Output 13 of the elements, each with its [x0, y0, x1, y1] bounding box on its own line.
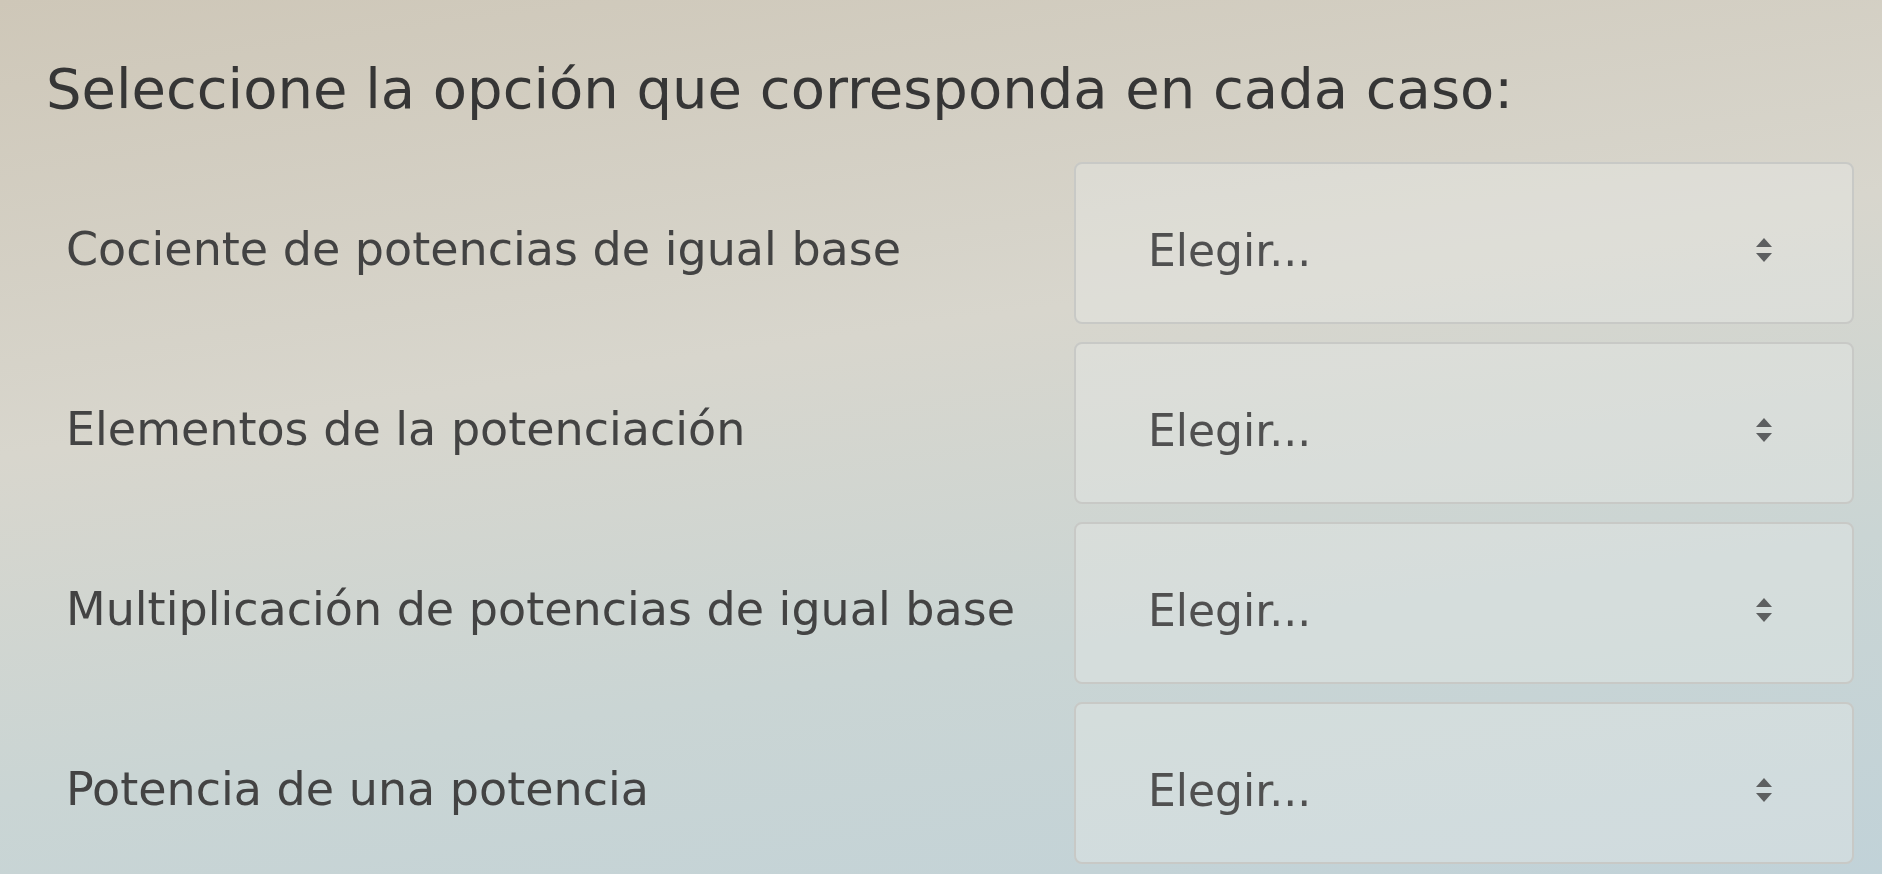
dropdown-select[interactable]: Elegir... — [1074, 162, 1854, 324]
dropdown-select[interactable]: Elegir... — [1074, 522, 1854, 684]
dropdown-select[interactable]: Elegir... — [1074, 702, 1854, 864]
question-label: Potencia de una potencia — [66, 761, 649, 817]
instruction-text: Seleccione la opción que corresponda en cada caso: — [46, 56, 1514, 122]
up-down-caret-icon — [1754, 596, 1774, 624]
question-label: Cociente de potencias de igual base — [66, 221, 902, 277]
up-down-caret-icon — [1754, 416, 1774, 444]
up-down-caret-icon — [1754, 236, 1774, 264]
question-label: Elementos de la potenciación — [66, 401, 746, 457]
up-down-caret-icon — [1754, 776, 1774, 804]
question-label: Multiplicación de potencias de igual base — [66, 581, 1015, 637]
dropdown-select[interactable]: Elegir... — [1074, 342, 1854, 504]
